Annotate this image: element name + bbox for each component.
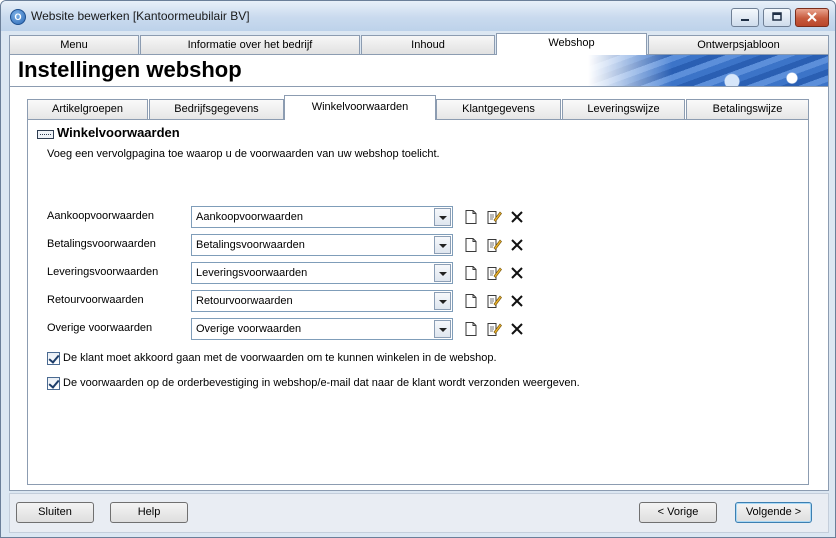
new-page-icon[interactable] [463, 209, 479, 225]
edit-page-icon[interactable] [486, 265, 502, 281]
aankoopvoorwaarden-select[interactable]: Aankoopvoorwaarden [191, 206, 453, 228]
betalingsvoorwaarden-select[interactable]: Betalingsvoorwaarden [191, 234, 453, 256]
chevron-down-icon[interactable] [434, 208, 451, 226]
main-tab-bar: Menu Informatie over het bedrijf Inhoud … [9, 33, 829, 55]
previous-button[interactable]: < Vorige [639, 502, 717, 523]
maximize-icon [772, 12, 782, 21]
page-title: Instellingen webshop [18, 57, 242, 82]
subtab-bedrijfsgegevens[interactable]: Bedrijfsgegevens [149, 99, 284, 119]
chevron-down-icon[interactable] [434, 264, 451, 282]
window-title: Website bewerken [Kantoormeubilair BV] [31, 9, 250, 23]
overige-voorwaarden-select[interactable]: Overige voorwaarden [191, 318, 453, 340]
subtab-artikelgroepen[interactable]: Artikelgroepen [27, 99, 148, 119]
row-label: Betalingsvoorwaarden [47, 238, 156, 250]
delete-icon[interactable] [509, 209, 525, 225]
section-title: Winkelvoorwaarden [57, 125, 180, 140]
edit-page-icon[interactable] [486, 293, 502, 309]
leveringsvoorwaarden-select[interactable]: Leveringsvoorwaarden [191, 262, 453, 284]
tab-menu[interactable]: Menu [9, 35, 139, 54]
select-value: Leveringsvoorwaarden [196, 267, 308, 279]
close-window-button[interactable] [795, 8, 829, 27]
select-value: Aankoopvoorwaarden [196, 211, 304, 223]
chevron-down-icon[interactable] [434, 236, 451, 254]
minimize-icon [741, 19, 749, 22]
new-page-icon[interactable] [463, 237, 479, 253]
akkoord-voorwaarden-checkbox[interactable] [47, 352, 60, 365]
delete-icon[interactable] [509, 293, 525, 309]
section-description: Voeg een vervolgpagina toe waarop u de v… [47, 148, 440, 160]
edit-page-icon[interactable] [486, 209, 502, 225]
section-collapse-icon[interactable] [37, 130, 54, 139]
subtab-betalingswijze[interactable]: Betalingswijze [686, 99, 809, 119]
app-logo-icon: O [10, 9, 26, 25]
new-page-icon[interactable] [463, 293, 479, 309]
new-page-icon[interactable] [463, 265, 479, 281]
tab-bedrijfsinformatie[interactable]: Informatie over het bedrijf [140, 35, 360, 54]
header-banner-image [588, 55, 828, 86]
maximize-button[interactable] [763, 8, 791, 27]
tab-ontwerpsjabloon[interactable]: Ontwerpsjabloon [648, 35, 829, 54]
tab-webshop[interactable]: Webshop [496, 33, 647, 55]
delete-icon[interactable] [509, 237, 525, 253]
page-header: Instellingen webshop [9, 54, 829, 87]
select-value: Betalingsvoorwaarden [196, 239, 305, 251]
close-icon [807, 12, 817, 22]
subtab-leveringswijze[interactable]: Leveringswijze [562, 99, 685, 119]
delete-icon[interactable] [509, 265, 525, 281]
row-label: Retourvoorwaarden [47, 294, 144, 306]
row-label: Overige voorwaarden [47, 322, 153, 334]
app-window: O Website bewerken [Kantoormeubilair BV]… [0, 0, 836, 538]
new-page-icon[interactable] [463, 321, 479, 337]
chevron-down-icon[interactable] [434, 292, 451, 310]
checkbox-label: De voorwaarden op de orderbevestiging in… [63, 377, 580, 389]
chevron-down-icon[interactable] [434, 320, 451, 338]
row-label: Leveringsvoorwaarden [47, 266, 159, 278]
select-value: Retourvoorwaarden [196, 295, 293, 307]
edit-page-icon[interactable] [486, 237, 502, 253]
subtab-winkelvoorwaarden[interactable]: Winkelvoorwaarden [284, 95, 436, 120]
checkbox-label: De klant moet akkoord gaan met de voorwa… [63, 352, 497, 364]
close-button[interactable]: Sluiten [16, 502, 94, 523]
subtab-klantgegevens[interactable]: Klantgegevens [436, 99, 561, 119]
minimize-button[interactable] [731, 8, 759, 27]
title-bar[interactable]: O Website bewerken [Kantoormeubilair BV] [1, 1, 835, 31]
select-value: Overige voorwaarden [196, 323, 302, 335]
help-button[interactable]: Help [110, 502, 188, 523]
tab-inhoud[interactable]: Inhoud [361, 35, 495, 54]
edit-page-icon[interactable] [486, 321, 502, 337]
next-button[interactable]: Volgende > [735, 502, 812, 523]
delete-icon[interactable] [509, 321, 525, 337]
voorwaarden-weergeven-checkbox[interactable] [47, 377, 60, 390]
row-label: Aankoopvoorwaarden [47, 210, 155, 222]
retourvoorwaarden-select[interactable]: Retourvoorwaarden [191, 290, 453, 312]
